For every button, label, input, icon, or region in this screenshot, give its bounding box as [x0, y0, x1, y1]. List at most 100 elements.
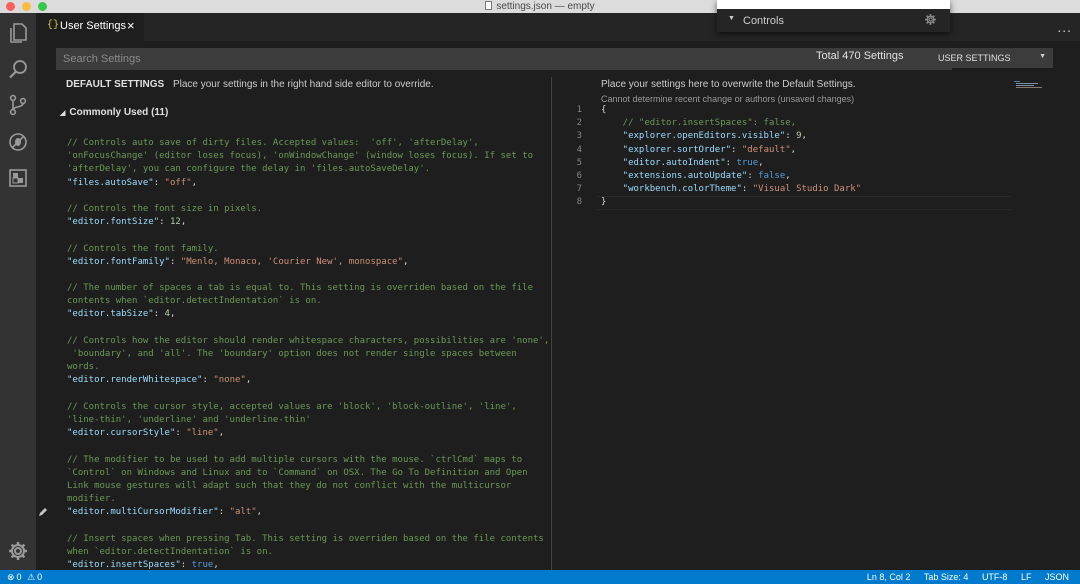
code-token: `Control` on Windows and Linux and to `C…: [67, 467, 528, 478]
window-title-text: settings.json — empty: [496, 1, 595, 12]
code-token: 'onFocusChange' (editor loses focus), 'o…: [67, 151, 533, 162]
code-line: // Insert spaces when pressing Tab. This…: [67, 533, 547, 546]
search-icon[interactable]: [6, 57, 30, 81]
code-line: }: [601, 196, 1061, 209]
code-token: when `editor.detectIndentation` is on.: [67, 546, 273, 557]
code-token: // Controls the font size in pixels.: [67, 203, 263, 214]
file-icon: [485, 1, 493, 10]
settings-target-dropdown[interactable]: USER SETTINGS ▼: [931, 48, 1053, 68]
code-line: // Controls the cursor style, accepted v…: [67, 401, 547, 414]
chevron-down-icon[interactable]: ▼: [728, 15, 735, 22]
tab-user-settings[interactable]: {} User Settings ×: [36, 13, 144, 41]
files-icon[interactable]: [6, 21, 30, 45]
code-token: :: [785, 131, 797, 142]
code-token: words.: [67, 362, 100, 373]
source-control-icon[interactable]: [6, 93, 30, 117]
code-line: "editor.multiCursorModifier": "alt",: [67, 506, 547, 519]
code-line: // "editor.insertSpaces": false,: [601, 117, 1061, 130]
encoding[interactable]: UTF-8: [982, 572, 1008, 582]
code-line: // Controls the font family.: [67, 243, 547, 256]
error-count: 0: [16, 572, 22, 582]
settings-gear-icon[interactable]: [6, 539, 30, 563]
code-token: "workbench.colorTheme": [601, 184, 742, 195]
settings-target-label: USER SETTINGS: [938, 53, 1011, 63]
code-line: contents when `editor.detectIndentation`…: [67, 295, 547, 308]
gear-icon[interactable]: [924, 13, 937, 26]
code-line: "explorer.openEditors.visible": 9,: [601, 130, 1061, 143]
code-token: "off": [164, 177, 192, 188]
code-line: 'afterDelay', you can configure the dela…: [67, 163, 547, 176]
minimap[interactable]: [1012, 80, 1044, 89]
code-token: // "editor.insertSpaces": false,: [601, 118, 797, 129]
default-settings-header: DEFAULT SETTINGS Place your settings in …: [66, 79, 434, 90]
code-token: "editor.renderWhitespace": [67, 375, 203, 386]
error-icon: ⊗: [7, 572, 15, 582]
extensions-icon[interactable]: [6, 166, 30, 190]
line-number: 3: [576, 131, 582, 142]
code-line: "editor.autoIndent": true,: [601, 157, 1061, 170]
code-token: // Controls how the editor should render…: [67, 335, 550, 346]
code-token: 'afterDelay', you can configure the dela…: [67, 164, 431, 175]
chevron-down-icon: ▼: [1039, 53, 1046, 60]
controls-panel-header: [717, 0, 950, 9]
controls-label[interactable]: Controls: [743, 15, 784, 27]
code-token: "default": [741, 144, 791, 155]
code-line: 'onFocusChange' (editor loses focus), 'o…: [67, 150, 547, 163]
cursor-position[interactable]: Ln 8, Col 2: [867, 572, 911, 582]
close-icon[interactable]: ×: [127, 18, 135, 33]
status-bar: ⊗ 0 ⚠ 0 Ln 8, Col 2 Tab Size: 4 UTF-8 LF J…: [0, 570, 1080, 584]
code-token: "editor.autoIndent": [601, 157, 726, 168]
problems-indicator[interactable]: ⊗ 0 ⚠ 0: [7, 572, 42, 583]
controls-panel: ▼ Controls: [717, 0, 950, 32]
code-token: "alt": [229, 507, 257, 518]
code-token: :: [731, 144, 742, 155]
tab-size[interactable]: Tab Size: 4: [924, 572, 969, 582]
code-token: :: [747, 170, 759, 181]
code-token: :: [153, 309, 165, 320]
more-actions-icon[interactable]: ...: [1057, 19, 1072, 35]
code-line: // The modifier to be used to add multip…: [67, 454, 547, 467]
code-token: "Menlo, Monaco, 'Courier New', monospace…: [180, 256, 403, 267]
user-settings-code[interactable]: { // "editor.insertSpaces": false, "expl…: [601, 104, 1061, 210]
language-mode[interactable]: JSON: [1045, 572, 1069, 582]
warning-count: 0: [37, 572, 43, 582]
code-line: "extensions.autoUpdate": false,: [601, 170, 1061, 183]
code-token: :: [169, 256, 181, 267]
code-token: :: [180, 560, 192, 570]
commonly-used-group[interactable]: ◢ Commonly Used (11): [60, 107, 168, 118]
code-token: // Controls the cursor style, accepted v…: [67, 401, 517, 412]
default-settings-description: Place your settings in the right hand si…: [172, 79, 434, 90]
code-token: ,: [256, 507, 263, 518]
line-number: 5: [576, 157, 582, 168]
code-token: "Visual Studio Dark": [752, 184, 862, 195]
line-number: 2: [576, 118, 582, 129]
code-line: "editor.fontSize": 12,: [67, 216, 547, 229]
code-token: ,: [180, 217, 187, 228]
code-token: // Controls auto save of dirty files. Ac…: [67, 138, 479, 148]
code-token: "explorer.openEditors.visible": [601, 131, 786, 142]
code-token: modifier.: [67, 494, 116, 505]
code-line: // Controls how the editor should render…: [67, 335, 550, 348]
line-number: 6: [576, 170, 582, 181]
code-line: // Controls auto save of dirty files. Ac…: [67, 137, 547, 150]
code-line: "editor.insertSpaces": true,: [67, 559, 547, 570]
debug-icon[interactable]: [6, 130, 30, 154]
code-token: :: [725, 157, 737, 168]
user-settings-editor[interactable]: Place your settings here to overwrite th…: [552, 77, 1080, 570]
default-settings-editor[interactable]: DEFAULT SETTINGS Place your settings in …: [36, 77, 551, 570]
edit-pencil-icon[interactable]: [38, 507, 48, 517]
code-token: contents when `editor.detectIndentation`…: [67, 296, 322, 307]
code-token: true: [736, 157, 759, 168]
code-line: Link mouse gestures will adapt such that…: [67, 480, 547, 493]
code-line: words.: [67, 361, 547, 374]
code-line: 'line-thin', 'underline' and 'underline-…: [67, 414, 547, 427]
code-token: "editor.insertSpaces": [67, 560, 181, 570]
code-line: // Controls the font size in pixels.: [67, 203, 547, 216]
code-token: "editor.fontSize": [67, 217, 160, 228]
code-token: {: [601, 105, 607, 115]
end-of-line[interactable]: LF: [1021, 572, 1032, 582]
code-line: "editor.renderWhitespace": "none",: [67, 374, 547, 387]
